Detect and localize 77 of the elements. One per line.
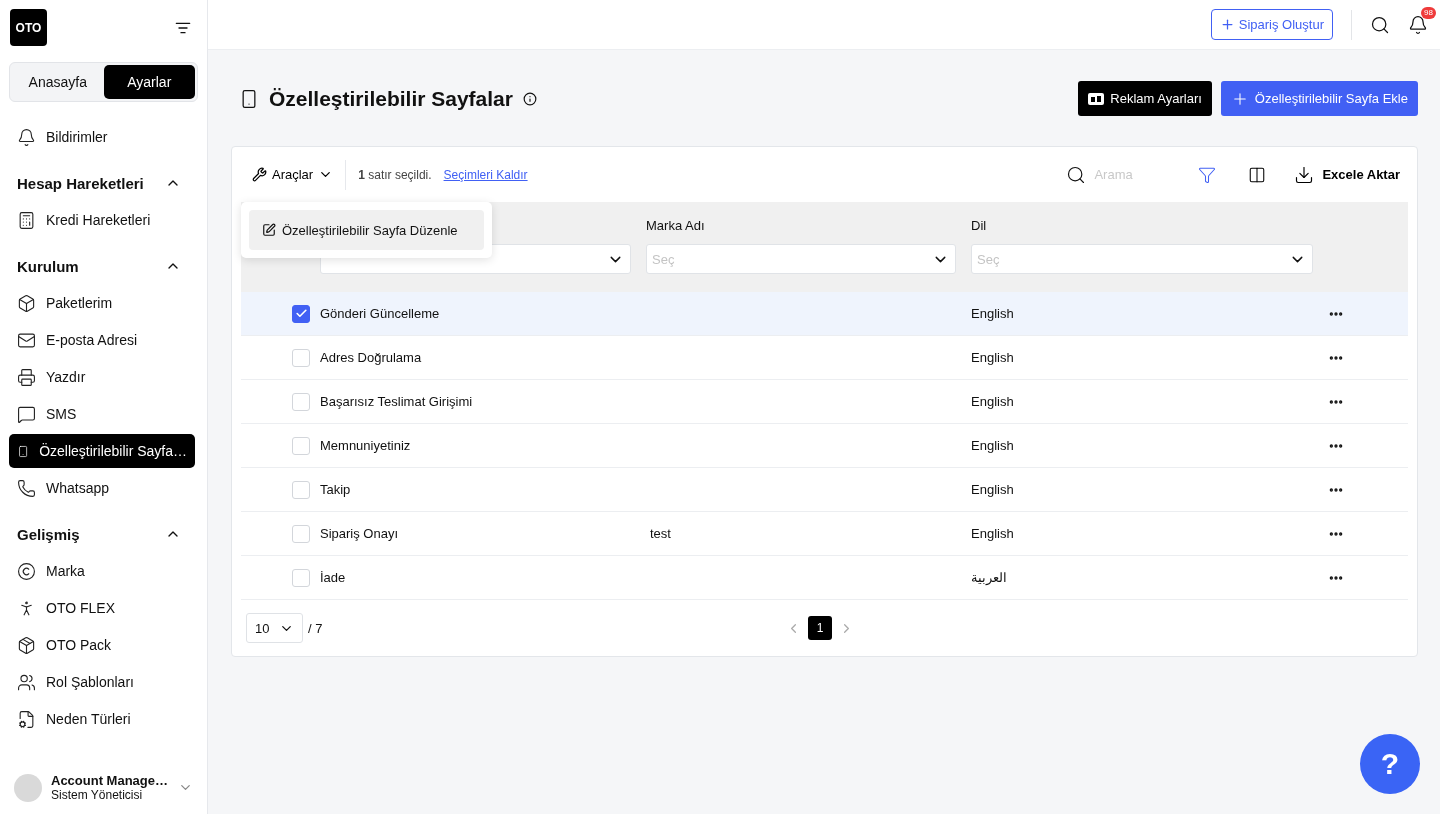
sidebar-item[interactable]: Bildirimler [9, 120, 195, 154]
calculator-icon [17, 210, 36, 230]
sidebar-item[interactable]: Marka [9, 554, 195, 588]
help-button[interactable]: ? [1360, 734, 1420, 794]
search-icon [1066, 164, 1087, 185]
table-cell: Takip [320, 482, 351, 497]
table-cell: test [650, 526, 671, 541]
table-cell: Memnuniyetiniz [320, 438, 411, 453]
file-gear-icon [17, 709, 36, 729]
phone-icon [17, 478, 36, 498]
bell-icon [17, 127, 36, 147]
sidebar-item[interactable]: Neden Türleri [9, 702, 195, 736]
users-icon [17, 672, 36, 692]
ad-settings-button[interactable]: Reklam Ayarları [1078, 81, 1212, 116]
sidebar-item[interactable]: Kredi Hareketleri [9, 203, 195, 237]
ad-icon [1088, 92, 1105, 105]
table-cell: English [971, 526, 1014, 541]
row-checkbox[interactable] [292, 304, 310, 323]
tab[interactable]: Anasayfa [12, 65, 104, 99]
sidebar-item[interactable]: Whatsapp [9, 471, 195, 505]
menu-item[interactable]: Özelleştirilebilir Sayfa Düzenle [249, 210, 484, 250]
group-title: Kurulum [17, 257, 79, 275]
chat-bubble-icon [17, 404, 36, 424]
page-button[interactable]: 1 [808, 616, 832, 640]
clear-selection-link[interactable]: Seçimleri Kaldır [443, 167, 528, 182]
check-icon [294, 307, 308, 320]
table-cell: English [971, 350, 1014, 365]
select-placeholder: Seç [977, 251, 1000, 267]
bell-icon[interactable] [1408, 14, 1428, 35]
add-page-button[interactable]: Özelleştirilebilir Sayfa Ekle [1220, 81, 1418, 116]
notification-count: 98 [1421, 6, 1436, 19]
sidebar-item[interactable]: E-posta Adresi [9, 323, 195, 357]
plus-icon [1219, 17, 1235, 32]
table-cell: English [971, 482, 1014, 497]
table-row[interactable]: Gönderi Güncelleme English [241, 292, 1408, 336]
group-title: Hesap Hareketleri [17, 174, 144, 192]
table-cell: Başarısız Teslimat Girişimi [320, 394, 473, 409]
table-cell: English [971, 394, 1014, 409]
table-cell: English [971, 306, 1014, 321]
logo[interactable]: OTO [10, 9, 47, 46]
sidebar-item[interactable]: OTO Pack [9, 628, 195, 662]
sidebar-item[interactable]: Paketlerim [9, 286, 195, 320]
tab[interactable]: Ayarlar [103, 65, 195, 99]
table-cell: İade [320, 570, 346, 585]
create-order-button[interactable]: Sipariş Oluştur [1210, 9, 1333, 40]
copyright-icon [17, 561, 36, 581]
group-title: Gelişmiş [17, 525, 80, 543]
sidebar-item[interactable]: Özelleştirilebilir Sayfa… [9, 434, 195, 468]
box-icon [17, 293, 36, 313]
export-button[interactable]: Excele Aktar [1288, 163, 1406, 186]
tools-button[interactable]: Araçlar [252, 159, 347, 190]
column-header: Dil [971, 218, 988, 235]
printer-icon [17, 367, 36, 387]
sidebar-item[interactable]: SMS [9, 397, 195, 431]
search-icon[interactable] [1370, 14, 1390, 35]
selection-count: 1 satır seçildi. [358, 167, 432, 182]
wrench-icon [252, 167, 267, 182]
page-size-select[interactable]: 10 [246, 613, 303, 643]
column-header: Marka Adı [646, 218, 706, 235]
table-cell: Gönderi Güncelleme [320, 306, 440, 321]
table-cell: العربية [971, 570, 1007, 585]
user-name: Account Manage… [51, 773, 169, 788]
edit-icon [262, 223, 276, 237]
download-icon [1294, 164, 1315, 185]
sidebar-item[interactable]: OTO FLEX [9, 591, 195, 625]
page-title: Özelleştirilebilir Sayfalar [269, 86, 513, 111]
sidebar-item[interactable]: Yazdır [9, 360, 195, 394]
select-placeholder: Seç [652, 251, 675, 267]
table-cell: English [971, 438, 1014, 453]
table-cell: Sipariş Onayı [320, 526, 399, 541]
package-icon [17, 635, 36, 655]
sidebar-item[interactable]: Rol Şablonları [9, 665, 195, 699]
info-icon[interactable] [522, 91, 537, 106]
avatar [14, 773, 42, 802]
page-total: / 7 [308, 620, 323, 636]
user-role: Sistem Yöneticisi [51, 788, 144, 802]
table-cell: Adres Doğrulama [320, 350, 422, 365]
